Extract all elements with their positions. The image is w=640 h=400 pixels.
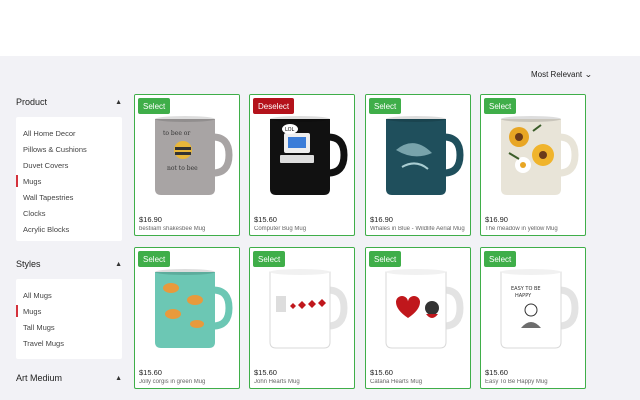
select-button[interactable]: Select <box>484 251 517 267</box>
facet-item-label: Duvet Covers <box>23 160 69 170</box>
product-title[interactable]: Easy To Be Happy Mug <box>485 379 583 385</box>
svg-text:EASY TO BE: EASY TO BE <box>511 286 541 292</box>
product-title[interactable]: bestiiam shakesbee Mug <box>139 226 237 232</box>
facet-header-styles[interactable]: Styles ▲ <box>16 259 122 269</box>
facet-item-mugs[interactable]: Mugs <box>16 173 122 189</box>
facet-item-all-mugs[interactable]: All Mugs <box>16 287 122 303</box>
svg-text:to bee or: to bee or <box>163 130 190 137</box>
facet-item-label: Acrylic Blocks <box>23 224 70 234</box>
product-price: $16.90 <box>139 215 162 224</box>
product-title[interactable]: Catana Hearts Mug <box>370 379 468 385</box>
product-price: $15.60 <box>254 368 277 377</box>
facet-header-product[interactable]: Product ▲ <box>16 97 122 107</box>
facet-item-label: Pillows & Cushions <box>23 144 87 154</box>
facet-item-wall-tapestries[interactable]: Wall Tapestries <box>16 189 122 205</box>
svg-text:HAPPY: HAPPY <box>515 293 532 299</box>
facet-item-label: Wall Tapestries <box>23 192 74 202</box>
facet-item-duvet-covers[interactable]: Duvet Covers <box>16 157 122 173</box>
select-button[interactable]: Select <box>484 98 517 114</box>
svg-text:not to bee: not to bee <box>167 165 198 172</box>
select-button[interactable]: Select <box>369 251 402 267</box>
chevron-down-icon: ⌄ <box>584 70 593 79</box>
sort-label: Most Relevant <box>531 70 583 79</box>
facet-item-mugs-style[interactable]: Mugs <box>16 303 122 319</box>
select-button[interactable]: Select <box>369 98 402 114</box>
top-header-area <box>0 0 640 56</box>
product-price: $16.90 <box>370 215 393 224</box>
product-price: $15.60 <box>485 368 508 377</box>
product-price: $15.60 <box>254 215 277 224</box>
facet-item-label: Mugs <box>23 176 42 186</box>
product-price: $15.60 <box>370 368 393 377</box>
facet-item-pillows-cushions[interactable]: Pillows & Cushions <box>16 141 122 157</box>
chevron-up-icon: ▲ <box>115 98 122 106</box>
facet-item-travel-mugs[interactable]: Travel Mugs <box>16 335 122 351</box>
product-title[interactable]: Jolly corgis in green Mug <box>139 379 237 385</box>
facet-item-clocks[interactable]: Clocks <box>16 205 122 221</box>
product-price: $16.90 <box>485 215 508 224</box>
select-button[interactable]: Select <box>253 251 286 267</box>
facet-header-art-medium[interactable]: Art Medium ▲ <box>16 373 122 383</box>
product-card[interactable]: to bee or not to bee Select $16.90 bestii… <box>134 94 240 236</box>
facet-list-product: All Home Decor Pillows & Cushions Duvet … <box>16 117 122 241</box>
product-title[interactable]: Computer Bug Mug <box>254 226 352 232</box>
sort-dropdown[interactable]: Most Relevant ⌄ <box>531 70 593 79</box>
facet-item-tall-mugs[interactable]: Tall Mugs <box>16 319 122 335</box>
product-price: $15.60 <box>139 368 162 377</box>
product-card[interactable]: LOL Deselect $15.60 Computer Bug Mug <box>249 94 355 236</box>
chevron-up-icon: ▲ <box>115 260 122 268</box>
facet-item-acrylic-blocks[interactable]: Acrylic Blocks <box>16 221 122 237</box>
facet-item-label: All Mugs <box>23 290 52 300</box>
product-title[interactable]: John Hearts Mug <box>254 379 352 385</box>
facet-title: Art Medium <box>16 373 63 383</box>
facet-item-label: Tall Mugs <box>23 322 55 332</box>
select-button[interactable]: Select <box>138 98 171 114</box>
facet-item-label: Clocks <box>23 208 46 218</box>
facet-title: Styles <box>16 259 41 269</box>
facet-item-label: Travel Mugs <box>23 338 64 348</box>
facet-title: Product <box>16 97 48 107</box>
product-card[interactable]: EASY TO BE HAPPY Select $15.60 Easy To Be… <box>480 247 586 389</box>
svg-text:LOL: LOL <box>285 127 295 133</box>
deselect-button[interactable]: Deselect <box>253 98 295 114</box>
facet-list-styles: All Mugs Mugs Tall Mugs Travel Mugs <box>16 279 122 359</box>
product-card[interactable]: Select $16.90 Whales in Blue - Wildlife … <box>365 94 471 236</box>
product-card[interactable]: Select $16.90 The meadow in yellow Mug <box>480 94 586 236</box>
facet-item-label: All Home Decor <box>23 128 76 138</box>
chevron-up-icon: ▲ <box>115 374 122 382</box>
product-card[interactable]: Select $15.60 Jolly corgis in green Mug <box>134 247 240 389</box>
product-card[interactable]: Select $15.60 Catana Hearts Mug <box>365 247 471 389</box>
product-title[interactable]: The meadow in yellow Mug <box>485 226 583 232</box>
facet-item-label: Mugs <box>23 306 42 316</box>
select-button[interactable]: Select <box>138 251 171 267</box>
product-card[interactable]: Select $15.60 John Hearts Mug <box>249 247 355 389</box>
product-title[interactable]: Whales in Blue - Wildlife Aerial Mug <box>370 226 468 232</box>
facet-item-all-home-decor[interactable]: All Home Decor <box>16 125 122 141</box>
